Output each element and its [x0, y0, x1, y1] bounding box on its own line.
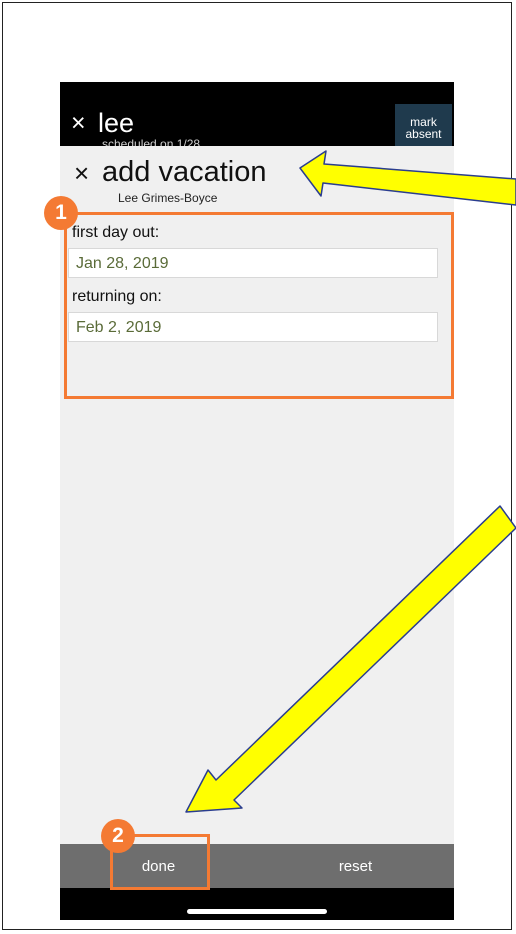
arrow-to-vacation-title	[299, 150, 516, 206]
annotation-arrows	[185, 150, 516, 813]
arrow-to-done-button	[185, 505, 516, 813]
